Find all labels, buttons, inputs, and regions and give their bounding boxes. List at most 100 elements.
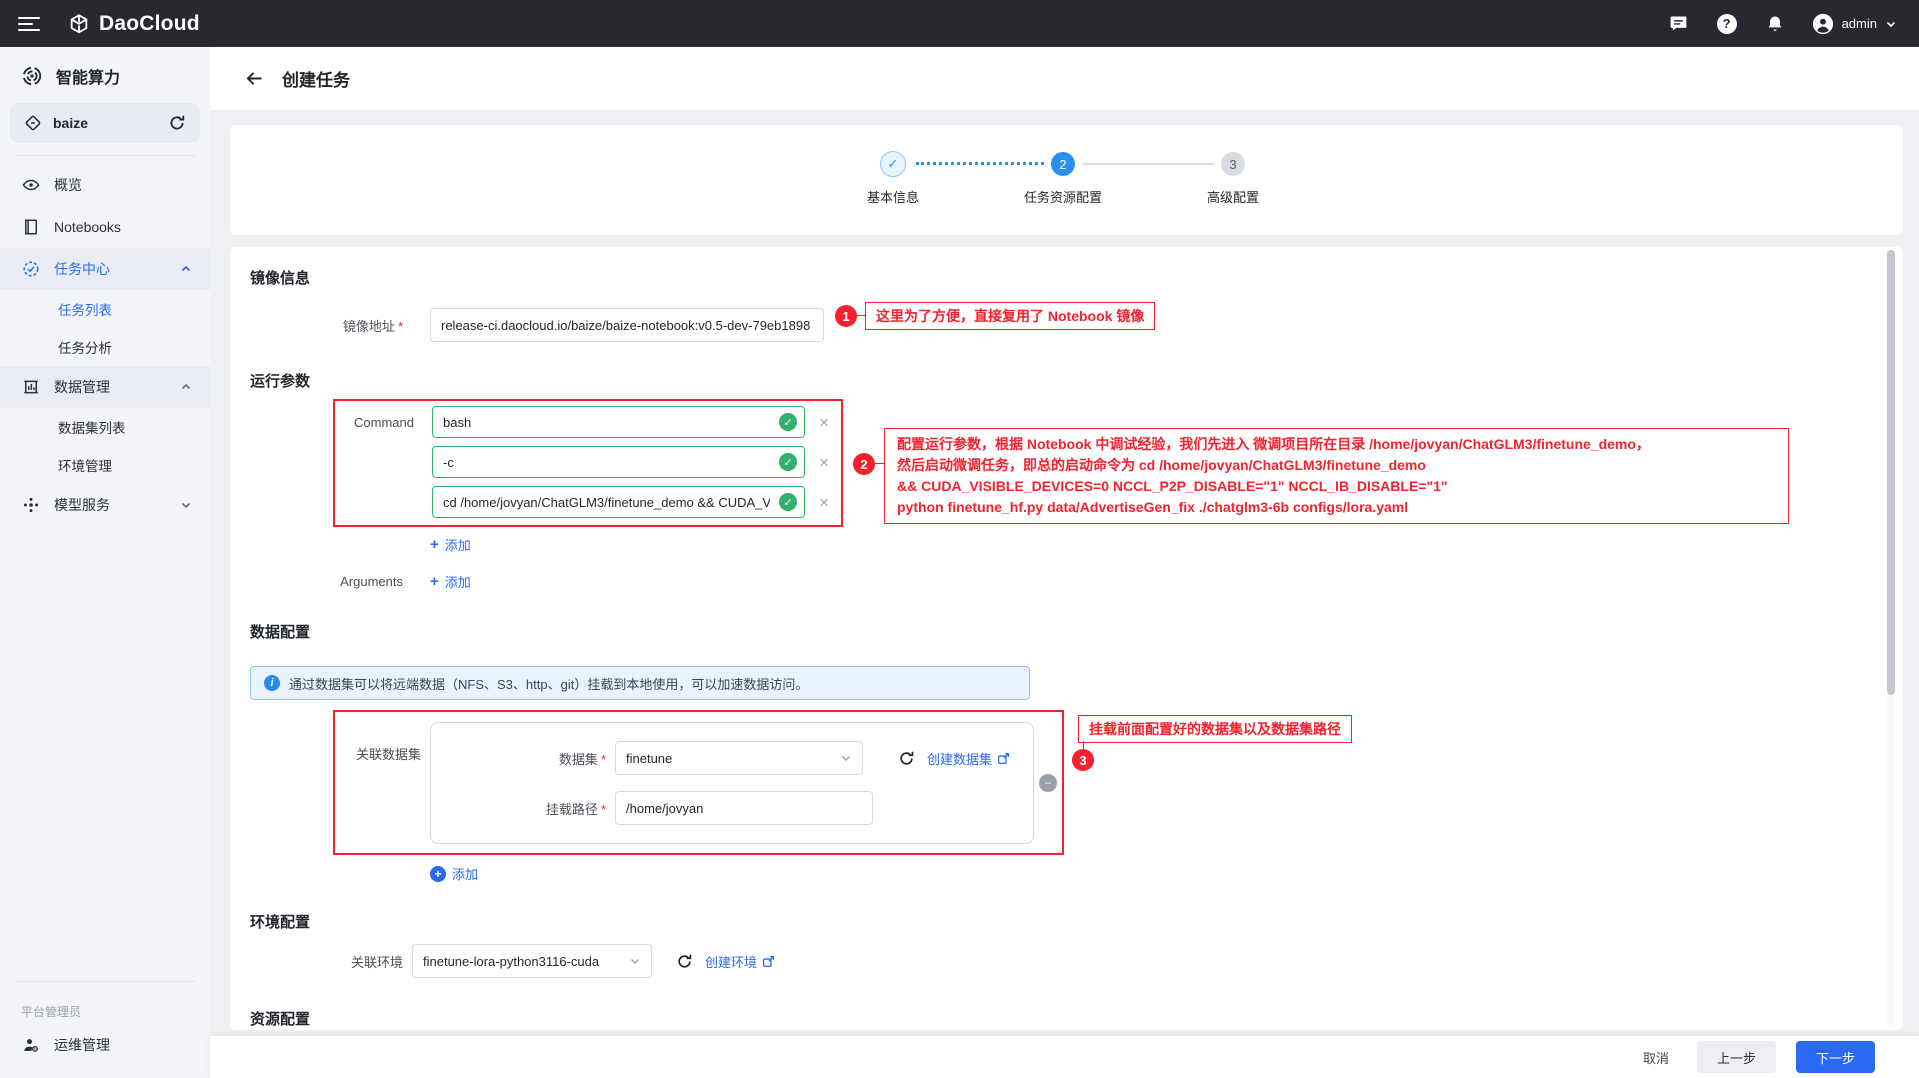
mount-path-label: 挂载路径* xyxy=(431,799,606,818)
sidebar-item-notebooks[interactable]: Notebooks xyxy=(0,206,210,248)
sidebar-item-data-management[interactable]: 数据管理 xyxy=(0,366,210,408)
form-card: 镜像信息 镜像地址* 运行参数 Command xyxy=(230,247,1903,1030)
required-mark: * xyxy=(601,802,606,817)
remove-dataset-button[interactable]: − xyxy=(1039,774,1057,792)
dataset-info-banner: i 通过数据集可以将远端数据（NFS、S3、http、git）挂载到本地使用，可… xyxy=(250,666,1030,700)
command-annotation-frame: Command ✓ × xyxy=(333,399,843,527)
sidebar-item-label: Notebooks xyxy=(54,219,121,235)
sidebar-item-env-management[interactable]: 环境管理 xyxy=(0,446,210,484)
step-connector-solid xyxy=(1083,163,1214,165)
dataset-annotation-frame: 关联数据集 数据集* finetune xyxy=(333,710,1064,855)
chat-icon[interactable] xyxy=(1668,13,1690,35)
baize-diamond-icon xyxy=(24,114,42,132)
annotation-3-badge: 3 xyxy=(1072,749,1094,771)
remove-command-icon[interactable]: × xyxy=(819,414,829,431)
command-input-3[interactable] xyxy=(432,486,805,518)
env-select[interactable]: finetune-lora-python3116-cuda xyxy=(412,944,652,978)
user-gear-icon xyxy=(22,1036,40,1054)
help-icon[interactable]: ? xyxy=(1716,13,1738,35)
create-env-link[interactable]: 创建环境 xyxy=(705,952,775,971)
sidebar-item-label: 任务分析 xyxy=(58,337,112,357)
command-input-1[interactable] xyxy=(432,406,805,438)
step-1-circle[interactable]: ✓ xyxy=(880,151,906,177)
page-title: 创建任务 xyxy=(282,66,350,91)
sidebar-item-ops-management[interactable]: 运维管理 xyxy=(0,1024,210,1066)
sidebar-item-label: 模型服务 xyxy=(54,495,110,515)
top-bar: DaoCloud ? admin xyxy=(0,0,1919,47)
image-address-label: 镜像地址* xyxy=(250,316,403,335)
section-title-image: 镜像信息 xyxy=(250,267,1879,288)
user-menu[interactable]: admin xyxy=(1812,13,1897,35)
create-dataset-link[interactable]: 创建数据集 xyxy=(927,749,1010,768)
chevron-up-icon xyxy=(180,263,192,275)
vertical-scrollbar xyxy=(1887,250,1895,1027)
sidebar-item-dataset-list[interactable]: 数据集列表 xyxy=(0,408,210,446)
image-address-input[interactable] xyxy=(430,308,824,342)
task-check-circle-icon xyxy=(22,260,40,278)
remove-command-icon[interactable]: × xyxy=(819,454,829,471)
annotation-3-note: 挂载前面配置好的数据集以及数据集路径 xyxy=(1078,715,1352,743)
section-title-resource: 资源配置 xyxy=(250,1008,1879,1029)
sidebar-item-task-center[interactable]: 任务中心 xyxy=(0,248,210,290)
book-icon xyxy=(22,218,40,236)
env-label: 关联环境 xyxy=(250,952,403,971)
sidebar-item-label: 环境管理 xyxy=(58,455,112,475)
info-text: 通过数据集可以将远端数据（NFS、S3、http、git）挂载到本地使用，可以加… xyxy=(289,674,808,693)
workspace-switch-icon[interactable] xyxy=(168,114,186,132)
step-2-circle[interactable]: 2 xyxy=(1051,152,1075,176)
workspace-name: baize xyxy=(53,115,88,131)
dataset-select[interactable]: finetune xyxy=(615,741,863,775)
cancel-button[interactable]: 取消 xyxy=(1643,1048,1669,1067)
notifications-bell-icon[interactable] xyxy=(1764,13,1786,35)
external-link-icon xyxy=(762,955,775,968)
sidebar: 智能算力 baize 概览 xyxy=(0,47,210,1078)
workspace-selector[interactable]: baize xyxy=(10,103,200,143)
sidebar-item-model-services[interactable]: 模型服务 xyxy=(0,484,210,526)
sidebar-divider xyxy=(14,981,196,982)
plus-icon: + xyxy=(430,537,439,552)
back-arrow-icon[interactable] xyxy=(244,68,265,89)
step-connector-dotted xyxy=(916,162,1044,165)
page-header: 创建任务 xyxy=(210,47,1919,110)
step-3-circle[interactable]: 3 xyxy=(1221,152,1245,176)
refresh-datasets-icon[interactable] xyxy=(898,750,915,767)
previous-step-button[interactable]: 上一步 xyxy=(1697,1041,1776,1073)
command-input-2[interactable] xyxy=(432,446,805,478)
annotation-connector xyxy=(875,463,884,464)
sidebar-item-label: 概览 xyxy=(54,175,82,195)
help-glyph: ? xyxy=(1723,16,1731,31)
scrollbar-thumb[interactable] xyxy=(1887,250,1895,695)
add-command-button[interactable]: + 添加 xyxy=(430,535,471,554)
hamburger-menu-icon[interactable] xyxy=(18,13,40,35)
arguments-label: Arguments xyxy=(250,574,403,589)
sidebar-item-label: 任务中心 xyxy=(54,259,110,279)
step-1-label: 基本信息 xyxy=(867,187,919,206)
mount-path-input[interactable] xyxy=(615,791,873,825)
eye-icon xyxy=(22,176,40,194)
stepper: ✓ 2 3 基本信息 任务资源配置 高级配置 xyxy=(230,125,1903,235)
sidebar-item-label: 数据管理 xyxy=(54,377,110,397)
brand-name: DaoCloud xyxy=(99,12,200,36)
add-dataset-button[interactable]: + 添加 xyxy=(430,864,478,883)
external-link-icon xyxy=(997,752,1010,765)
product-header: 智能算力 xyxy=(0,47,210,100)
chevron-down-icon xyxy=(1885,18,1897,30)
chevron-down-icon xyxy=(840,752,852,764)
sidebar-item-task-list[interactable]: 任务列表 xyxy=(0,290,210,328)
app-window: DaoCloud ? admin xyxy=(0,0,1919,1078)
annotation-1-badge: 1 xyxy=(835,305,857,327)
refresh-envs-icon[interactable] xyxy=(676,953,693,970)
dataset-group-label: 关联数据集 xyxy=(335,722,421,844)
info-icon: i xyxy=(264,675,280,691)
required-mark: * xyxy=(601,752,606,767)
next-step-button[interactable]: 下一步 xyxy=(1796,1041,1875,1073)
sidebar-item-overview[interactable]: 概览 xyxy=(0,164,210,206)
sidebar-divider xyxy=(14,155,196,156)
step-check-icon: ✓ xyxy=(888,156,899,172)
wizard-footer: 取消 上一步 下一步 xyxy=(210,1036,1919,1078)
env-select-value: finetune-lora-python3116-cuda xyxy=(423,954,599,969)
add-argument-button[interactable]: + 添加 xyxy=(430,572,471,591)
remove-command-icon[interactable]: × xyxy=(819,494,829,511)
sidebar-item-task-analysis[interactable]: 任务分析 xyxy=(0,328,210,366)
chevron-up-icon xyxy=(180,381,192,393)
